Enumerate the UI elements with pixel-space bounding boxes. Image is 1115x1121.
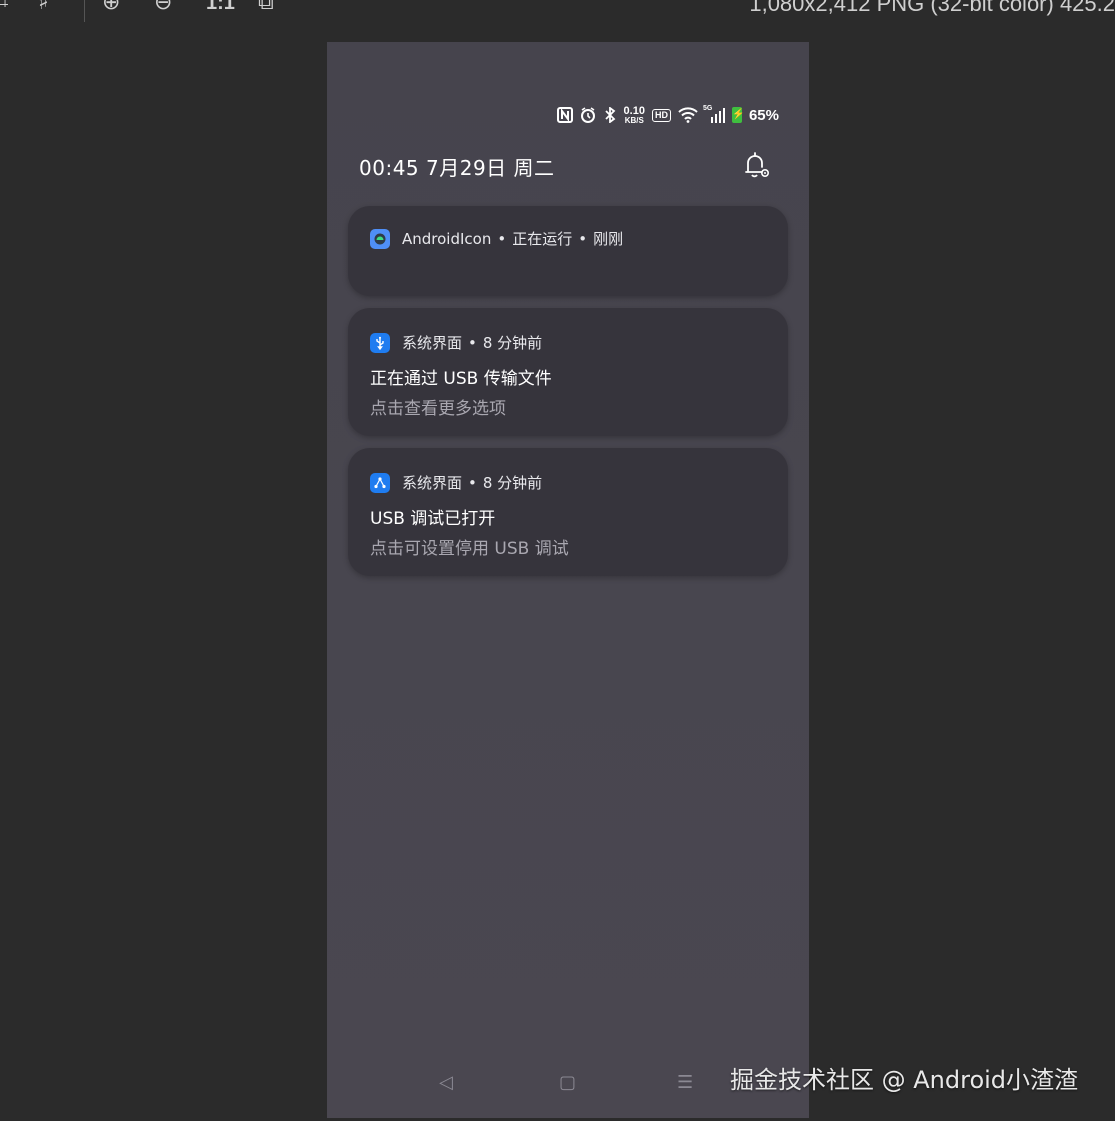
usb-icon (370, 332, 390, 353)
viewer-toolbar: ⌗ ♯ ⊕ ⊖ 1:1 ⧉ 1,080x2,412 PNG (32-bit co… (0, 0, 1115, 22)
back-button[interactable]: ◁ (439, 1072, 453, 1093)
nfc-icon (556, 105, 573, 125)
notification-header: 系统界面 • 8 分钟前 (370, 332, 542, 353)
notification-app-name: AndroidIcon (402, 229, 492, 248)
select-icon[interactable]: ⌗ (0, 0, 8, 18)
notification-android-icon[interactable]: AndroidIcon • 正在运行 • 刚刚 (348, 206, 788, 296)
network-speed: 0.10 KB/S (623, 104, 645, 125)
wifi-icon (678, 105, 698, 125)
notification-usb-debugging[interactable]: 系统界面 • 8 分钟前 USB 调试已打开 点击可设置停用 USB 调试 (348, 448, 788, 576)
phone-screen: 0.10 KB/S HD 5G ⚡ 65% 00:45 7月29日 周二 And… (327, 42, 809, 1118)
notification-subtitle: 点击查看更多选项 (370, 399, 506, 419)
battery-percent: 65% (748, 106, 779, 124)
watermark: 掘金技术社区 @ Android小渣渣 (730, 1066, 1079, 1094)
notification-header: AndroidIcon • 正在运行 • 刚刚 (370, 228, 623, 249)
toolbar-divider (84, 0, 85, 22)
zoom-out-icon[interactable]: ⊖ (154, 0, 172, 18)
separator-dot: • (497, 229, 507, 248)
date-time: 00:45 7月29日 周二 (359, 156, 555, 180)
cellular-signal-icon: 5G (703, 105, 725, 125)
notification-app-name: 系统界面 (402, 334, 463, 352)
hd-icon: HD (651, 105, 671, 125)
separator-dot: • (468, 333, 477, 352)
debug-icon (370, 472, 390, 493)
notification-status: 正在运行 (512, 230, 573, 248)
notification-title: 正在通过 USB 传输文件 (370, 369, 552, 389)
notification-subtitle: 点击可设置停用 USB 调试 (370, 539, 569, 559)
alarm-icon (580, 105, 596, 125)
notification-header: 系统界面 • 8 分钟前 (370, 472, 542, 493)
separator-dot: • (578, 229, 588, 248)
battery-icon: ⚡ (731, 105, 744, 125)
actual-size-button[interactable]: 1:1 (206, 0, 235, 18)
home-button[interactable]: ▢ (559, 1072, 576, 1093)
notification-time: 8 分钟前 (482, 334, 543, 352)
status-bar: 0.10 KB/S HD 5G ⚡ 65% (556, 104, 779, 126)
fit-window-icon[interactable]: ⧉ (258, 0, 274, 18)
notification-usb-transfer[interactable]: 系统界面 • 8 分钟前 正在通过 USB 传输文件 点击查看更多选项 (348, 308, 788, 436)
notification-settings-icon[interactable] (739, 148, 773, 182)
separator-dot: • (468, 473, 477, 492)
notification-title: USB 调试已打开 (370, 509, 496, 529)
crop-icon[interactable]: ♯ (38, 0, 49, 18)
notification-app-name: 系统界面 (402, 474, 463, 492)
file-info: 1,080x2,412 PNG (32-bit color) 425.2 (749, 0, 1115, 16)
recents-button[interactable]: ☰ (677, 1072, 693, 1093)
notification-time: 8 分钟前 (482, 474, 543, 492)
bluetooth-icon (603, 105, 617, 125)
android-app-icon (370, 228, 390, 249)
zoom-in-icon[interactable]: ⊕ (102, 0, 120, 18)
notification-time: 刚刚 (593, 230, 624, 248)
